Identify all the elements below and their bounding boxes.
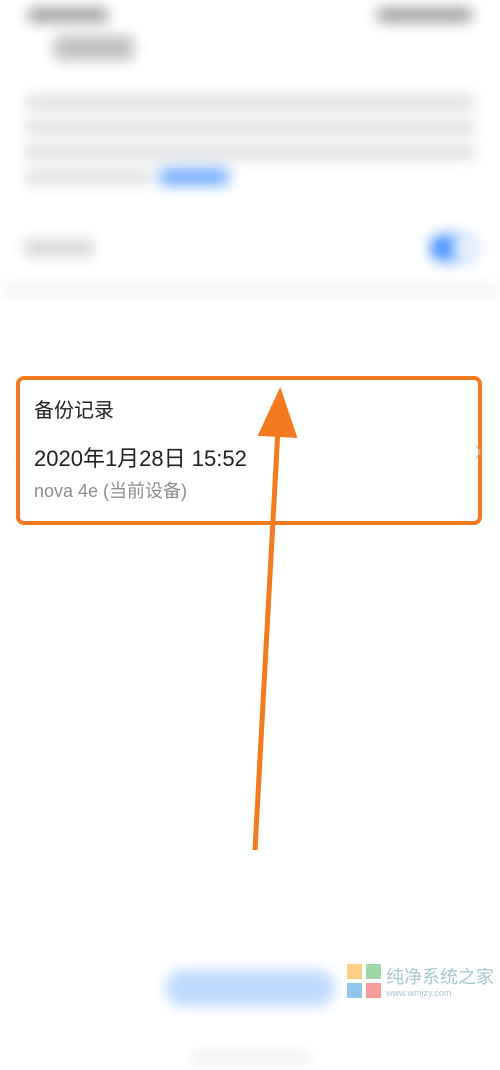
back-icon[interactable] (14, 37, 36, 59)
blurred-background (0, 0, 500, 1070)
watermark-text: 纯净系统之家 (386, 967, 494, 987)
title-bar (0, 30, 500, 68)
backup-record-card[interactable]: 备份记录 2020年1月28日 15:52 nova 4e (当前设备) 〉 (16, 376, 482, 525)
backup-record-timestamp: 2020年1月28日 15:52 (34, 441, 464, 473)
separator (0, 283, 500, 297)
status-right (377, 9, 472, 21)
link[interactable] (159, 169, 229, 185)
toggle-switch[interactable] (430, 235, 476, 261)
status-bar (0, 0, 500, 30)
toggle-row (0, 209, 500, 283)
watermark-logo (347, 964, 381, 998)
description-block (0, 68, 500, 209)
backup-record-title: 备份记录 (34, 394, 464, 423)
page-title (54, 36, 134, 60)
watermark: 纯净系统之家 www.wmjzy.com (347, 963, 494, 998)
primary-button[interactable] (165, 970, 335, 1006)
toggle-label (24, 239, 94, 257)
home-indicator (190, 1055, 310, 1060)
chevron-right-icon: 〉 (474, 439, 490, 463)
backup-record-device: nova 4e (当前设备) (34, 477, 464, 503)
status-left (28, 9, 108, 21)
watermark-url: www.wmjzy.com (386, 988, 494, 998)
